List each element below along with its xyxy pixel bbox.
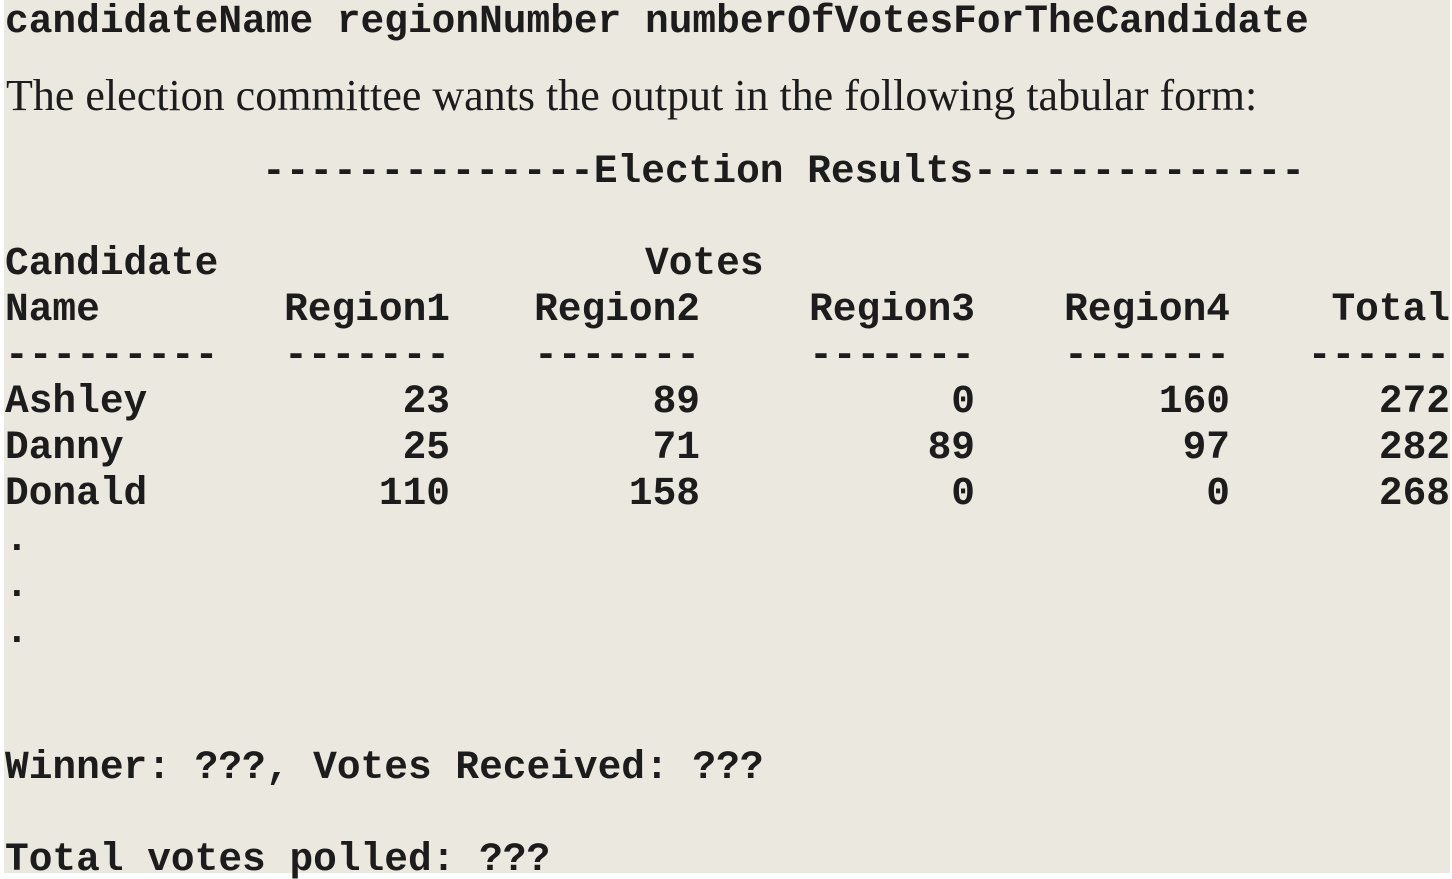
underline-region3: ------- [809, 333, 975, 378]
ellipsis-dot: . [5, 609, 29, 654]
cell-ashley-region4: 160 [1158, 379, 1230, 424]
column-header-region3: Region3 [809, 287, 975, 332]
column-header-total: Total [1331, 287, 1450, 332]
cell-danny-region4: 97 [1182, 425, 1230, 470]
underline-total: ------ [1307, 333, 1450, 378]
input-format-line: candidateName regionNumber numberOfVotes… [5, 0, 1309, 44]
cell-ashley-region1: 23 [402, 379, 450, 424]
cell-ashley-region3: 0 [951, 379, 975, 424]
row-name-ashley: Ashley [5, 379, 148, 424]
underline-region1: ------- [284, 333, 450, 378]
ellipsis-dot: . [5, 563, 29, 608]
underline-region4: ------- [1064, 333, 1230, 378]
total-votes-line: Total votes polled: ??? [5, 837, 551, 879]
report-title: --------------Election Results----------… [262, 149, 1305, 194]
cell-donald-region3: 0 [951, 471, 975, 516]
cell-donald-total: 268 [1378, 471, 1450, 516]
column-header-region2: Region2 [534, 287, 700, 332]
ellipsis-dot: . [5, 517, 29, 562]
cell-danny-total: 282 [1378, 425, 1450, 470]
cell-ashley-region2: 89 [652, 379, 700, 424]
column-header-region4: Region4 [1064, 287, 1230, 332]
intro-sentence: The election committee wants the output … [6, 71, 1258, 120]
cell-danny-region1: 25 [402, 425, 450, 470]
header-votes: Votes [645, 241, 764, 286]
document-page: candidateName regionNumber numberOfVotes… [0, 0, 1452, 879]
underline-name: --------- [5, 333, 219, 378]
header-candidate: Candidate [5, 241, 219, 286]
winner-line: Winner: ???, Votes Received: ??? [5, 745, 764, 790]
row-name-danny: Danny [5, 425, 124, 470]
cell-danny-region3: 89 [927, 425, 975, 470]
cell-donald-region1: 110 [378, 471, 450, 516]
cell-donald-region4: 0 [1206, 471, 1230, 516]
cell-ashley-total: 272 [1378, 379, 1450, 424]
cell-danny-region2: 71 [652, 425, 700, 470]
column-header-region1: Region1 [284, 287, 450, 332]
underline-region2: ------- [534, 333, 700, 378]
cell-donald-region2: 158 [628, 471, 700, 516]
row-name-donald: Donald [5, 471, 148, 516]
header-name: Name [5, 287, 100, 332]
